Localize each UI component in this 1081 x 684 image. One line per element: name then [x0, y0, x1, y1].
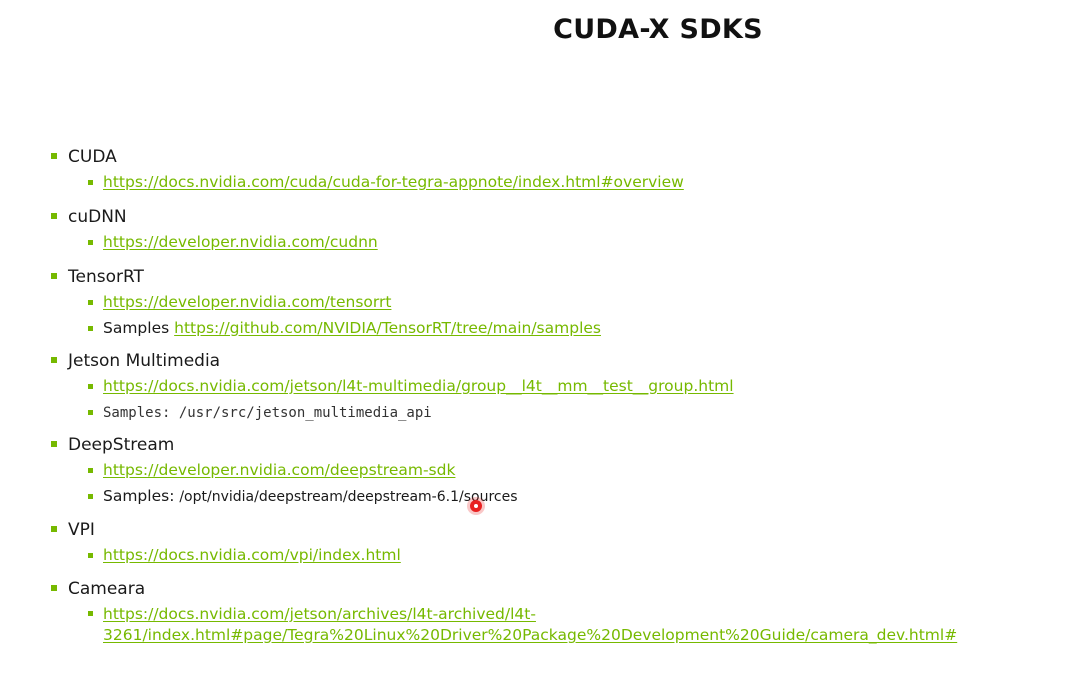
bullet-icon: [88, 300, 93, 305]
bullet-icon: [88, 553, 93, 558]
sdk-name: DeepStream: [68, 435, 175, 455]
sdk-heading: DeepStream: [50, 433, 1050, 457]
list-item: https://developer.nvidia.com/deepstream-…: [50, 457, 1050, 483]
bullet-icon: [51, 273, 57, 279]
bullet-icon: [88, 240, 93, 245]
list-item: https://docs.nvidia.com/jetson/archives/…: [50, 601, 1050, 646]
bullet-icon: [51, 585, 57, 591]
list-item: https://docs.nvidia.com/cuda/cuda-for-te…: [50, 169, 1050, 195]
deepstream-samples-path: /opt/nvidia/deepstream/deepstream-6.1/so…: [179, 489, 518, 505]
list-item: https://docs.nvidia.com/jetson/l4t-multi…: [50, 373, 1050, 399]
bullet-icon: [88, 468, 93, 473]
bullet-icon: [51, 153, 57, 159]
multimedia-doc-link[interactable]: https://docs.nvidia.com/jetson/l4t-multi…: [103, 377, 734, 395]
bullet-icon: [51, 213, 57, 219]
list-item: Samples https://github.com/NVIDIA/Tensor…: [50, 315, 1050, 341]
sdk-section-camera: Cameara https://docs.nvidia.com/jetson/a…: [50, 577, 1050, 646]
tensorrt-doc-link[interactable]: https://developer.nvidia.com/tensorrt: [103, 293, 391, 311]
bullet-icon: [51, 357, 57, 363]
mouse-cursor-icon: [470, 500, 482, 512]
multimedia-samples-path: Samples: /usr/src/jetson_multimedia_api: [103, 405, 432, 421]
bullet-icon: [88, 494, 93, 499]
bullet-icon: [51, 441, 57, 447]
samples-label: Samples: [103, 319, 175, 337]
slide-title: CUDA-X SDKS: [553, 14, 763, 45]
sdk-name: VPI: [68, 520, 95, 540]
sdk-name: CUDA: [68, 147, 117, 167]
samples-label: Samples:: [103, 487, 180, 505]
sdk-heading: cuDNN: [50, 205, 1050, 229]
bullet-icon: [51, 526, 57, 532]
tensorrt-samples-link[interactable]: https://github.com/NVIDIA/TensorRT/tree/…: [174, 319, 601, 337]
sdk-name: cuDNN: [68, 207, 127, 227]
bullet-icon: [88, 611, 93, 616]
sdk-heading: TensorRT: [50, 265, 1050, 289]
sdk-section-cuda: CUDA https://docs.nvidia.com/cuda/cuda-f…: [50, 145, 1050, 195]
sdk-name: TensorRT: [68, 267, 144, 287]
sdk-section-tensorrt: TensorRT https://developer.nvidia.com/te…: [50, 265, 1050, 341]
cudnn-doc-link[interactable]: https://developer.nvidia.com/cudnn: [103, 233, 378, 251]
sdk-heading: Jetson Multimedia: [50, 349, 1050, 373]
list-item: https://developer.nvidia.com/cudnn: [50, 229, 1050, 255]
bullet-icon: [88, 384, 93, 389]
camera-link-line2: 3261/index.html#page/Tegra%20Linux%20Dri…: [103, 626, 958, 644]
deepstream-doc-link[interactable]: https://developer.nvidia.com/deepstream-…: [103, 461, 455, 479]
sdk-section-jetson-multimedia: Jetson Multimedia https://docs.nvidia.co…: [50, 349, 1050, 425]
camera-doc-link[interactable]: https://docs.nvidia.com/jetson/archives/…: [103, 605, 957, 644]
list-item: https://developer.nvidia.com/tensorrt: [50, 289, 1050, 315]
sdk-section-vpi: VPI https://docs.nvidia.com/vpi/index.ht…: [50, 518, 1050, 568]
list-item: Samples: /usr/src/jetson_multimedia_api: [50, 399, 1050, 425]
sdk-heading: CUDA: [50, 145, 1050, 169]
bullet-icon: [88, 326, 93, 331]
sdk-name: Cameara: [68, 579, 146, 599]
bullet-icon: [88, 410, 93, 415]
vpi-doc-link[interactable]: https://docs.nvidia.com/vpi/index.html: [103, 546, 401, 564]
sdk-heading: VPI: [50, 518, 1050, 542]
sdk-section-deepstream: DeepStream https://developer.nvidia.com/…: [50, 433, 1050, 509]
list-item: Samples: /opt/nvidia/deepstream/deepstre…: [50, 483, 1050, 509]
list-item: https://docs.nvidia.com/vpi/index.html: [50, 542, 1050, 568]
camera-link-line1: https://docs.nvidia.com/jetson/archives/…: [103, 605, 536, 623]
cuda-doc-link[interactable]: https://docs.nvidia.com/cuda/cuda-for-te…: [103, 173, 684, 191]
sdk-name: Jetson Multimedia: [68, 351, 221, 371]
sdk-list: CUDA https://docs.nvidia.com/cuda/cuda-f…: [50, 145, 1050, 646]
sdk-section-cudnn: cuDNN https://developer.nvidia.com/cudnn: [50, 205, 1050, 255]
sdk-heading: Cameara: [50, 577, 1050, 601]
bullet-icon: [88, 180, 93, 185]
